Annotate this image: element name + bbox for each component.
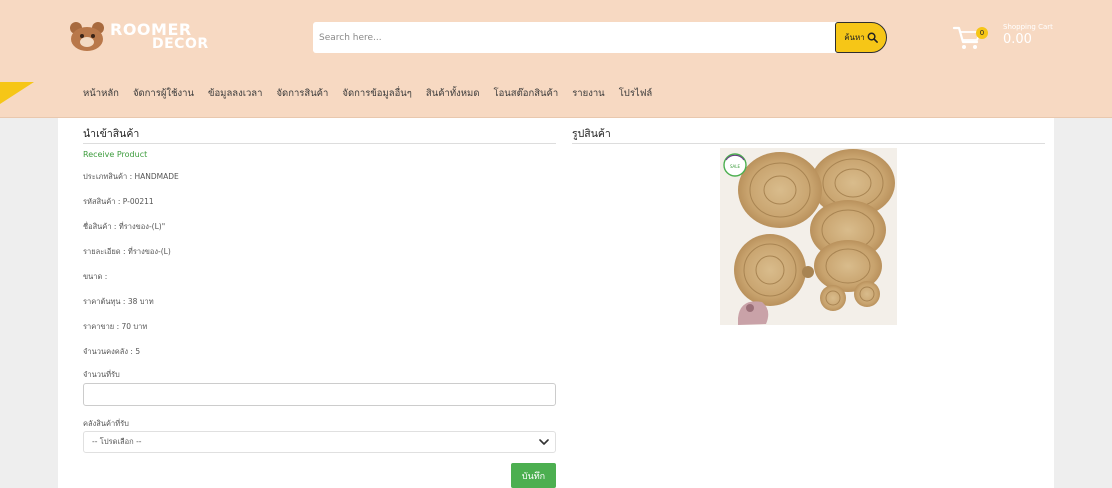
cart-label: Shopping Cart [1003, 23, 1053, 31]
product-image-title: รูปสินค้า [572, 128, 611, 140]
sell-price: ราคาขาย : 70 บาท [83, 322, 148, 331]
product-code: รหัสสินค้า : P-00211 [83, 197, 154, 206]
nav-item-timesheet[interactable]: ข้อมูลลงเวลา [208, 86, 262, 101]
product-type: ประเภทสินค้า : HANDMADE [83, 172, 179, 181]
qty-input[interactable] [83, 383, 556, 406]
warehouse-selected-value: -- โปรดเลือก -- [92, 437, 142, 446]
search-bar: ค้นหา [313, 22, 887, 53]
cart-total: 0.00 [1003, 32, 1032, 47]
cart-count-badge: 0 [976, 27, 988, 39]
warehouse-label: คลังสินค้าที่รับ [83, 419, 129, 428]
woven-placemats-image: SALE [720, 148, 897, 325]
nav-item-stock-transfer[interactable]: โอนสต๊อกสินค้า [493, 86, 558, 101]
product-photo: SALE [720, 148, 897, 325]
image-title-divider [572, 143, 1045, 144]
nav-item-profile[interactable]: โปรไฟล์ [619, 86, 653, 101]
brand-name-line2: DECOR [152, 36, 209, 52]
product-size: ขนาด : [83, 272, 108, 281]
corner-decoration [0, 82, 34, 104]
cost-price: ราคาต้นทุน : 38 บาท [83, 297, 154, 306]
form-subtitle: Receive Product [83, 150, 148, 159]
warehouse-select[interactable]: -- โปรดเลือก -- [83, 431, 556, 453]
shopping-cart[interactable]: 0 Shopping Cart 0.00 [952, 20, 1072, 56]
stock-quantity: จำนวนคงคลัง : 5 [83, 347, 141, 356]
search-button[interactable]: ค้นหา [835, 22, 887, 53]
form-title-divider [83, 143, 556, 144]
image-badge-text: SALE [730, 164, 741, 169]
brand-logo[interactable]: ROOMER DECOR [66, 20, 216, 56]
nav-item-users[interactable]: จัดการผู้ใช้งาน [133, 86, 194, 101]
save-button[interactable]: บันทึก [511, 463, 556, 488]
search-button-label: ค้นหา [844, 33, 865, 42]
search-input[interactable] [313, 22, 833, 53]
product-details: รายละเอียด : ที่รางของ-(L) [83, 247, 171, 256]
nav-item-manage-products[interactable]: จัดการสินค้า [276, 86, 328, 101]
nav-item-manage-other[interactable]: จัดการข้อมูลอื่นๆ [342, 86, 412, 101]
bear-logo-icon [68, 22, 106, 52]
nav-item-home[interactable]: หน้าหลัก [83, 86, 119, 101]
nav-item-all-products[interactable]: สินค้าทั้งหมด [426, 86, 480, 101]
product-name: ชื่อสินค้า : ที่รางของ-(L)" [83, 222, 166, 231]
main-nav: หน้าหลัก จัดการผู้ใช้งาน ข้อมูลลงเวลา จั… [83, 86, 652, 101]
nav-item-reports[interactable]: รายงาน [572, 86, 604, 101]
qty-label: จำนวนที่รับ [83, 370, 120, 379]
form-title: นำเข้าสินค้า [83, 128, 140, 140]
chevron-down-icon [539, 439, 549, 445]
search-icon [867, 32, 878, 43]
